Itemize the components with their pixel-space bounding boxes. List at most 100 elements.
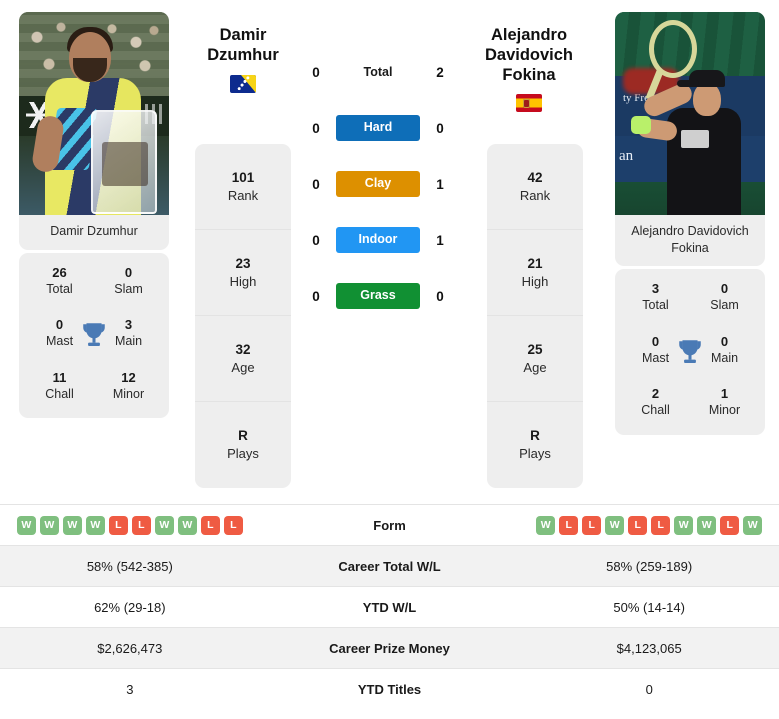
- form-badge-win: W: [674, 515, 694, 535]
- left-value: 3: [126, 681, 134, 697]
- right-form-badges: WLLWLLWWLW: [519, 515, 779, 535]
- right-player-photo-caption: Alejandro Davidovich Fokina: [631, 224, 749, 255]
- right-player-name-header[interactable]: Alejandro Davidovich Fokina: [471, 26, 587, 113]
- h2h-right-value: 1: [436, 232, 444, 248]
- right-title-total: 3 Total: [621, 281, 690, 314]
- right-title-chall: 2 Chall: [621, 386, 690, 419]
- right-stat-rank: 42 Rank: [487, 144, 583, 230]
- right-player-name-line2: Davidovich: [484, 45, 574, 64]
- right-player-photo-card[interactable]: Alejandro Davidovich Fokina: [615, 12, 765, 266]
- h2h-left-value: 0: [312, 120, 320, 136]
- label: Minor: [708, 403, 741, 418]
- form-badge-win: W: [536, 515, 556, 535]
- value: 1: [720, 386, 729, 401]
- left-player-name-header[interactable]: Damir Dzumhur: [195, 26, 291, 93]
- left-player-name-line2: Dzumhur: [207, 45, 279, 64]
- label: Total: [46, 281, 73, 296]
- h2h-left-value: 0: [312, 64, 320, 80]
- left-stat-rank: 101 Rank: [195, 144, 291, 230]
- comparison-table: WWWWLLWWLL Form WLLWLLWWLW 58% (542-385)…: [0, 504, 779, 709]
- right-form-cell: WLLWLLWWLW: [519, 515, 779, 535]
- player-head: [693, 82, 721, 116]
- label: Plays: [227, 446, 259, 461]
- form-badge-win: W: [177, 515, 197, 535]
- label: Rank: [227, 187, 259, 203]
- left-title-minor: 12 Minor: [94, 370, 163, 403]
- surface-badge-hard[interactable]: Hard: [336, 115, 420, 141]
- form-badge-loss: L: [582, 515, 602, 535]
- surface-badge-grass[interactable]: Grass: [336, 283, 420, 309]
- form-badge-win: W: [154, 515, 174, 535]
- left-player-photo-card[interactable]: Damir Dzumhur: [19, 12, 169, 250]
- bosnia-and-herzegovina-flag-icon: [230, 74, 256, 93]
- player-cap: [677, 70, 725, 87]
- h2h-row-grass: 0 Grass 0: [303, 282, 453, 310]
- label: Chall: [45, 386, 74, 401]
- h2h-left-value: 0: [312, 176, 320, 192]
- value: 26: [52, 264, 67, 280]
- right-player-name-line1: Alejandro: [490, 26, 568, 44]
- spain-flag-icon: [516, 94, 542, 113]
- form-badge-loss: L: [559, 515, 579, 535]
- right-value: 58% (259-189): [606, 558, 693, 574]
- right-player-column: Alejandro Davidovich Fokina 3 Total: [611, 0, 769, 435]
- form-badge-loss: L: [628, 515, 648, 535]
- left-player-photo: [19, 12, 169, 215]
- value: 0: [720, 281, 729, 296]
- label: High: [521, 273, 549, 289]
- h2h-right-value: 0: [436, 288, 444, 304]
- table-row-form: WWWWLLWWLL Form WLLWLLWWLW: [0, 504, 779, 545]
- h2h-right-value: 1: [436, 176, 444, 192]
- shirt-logo: [681, 130, 709, 148]
- value: 2: [651, 386, 660, 401]
- label: Minor: [112, 386, 145, 401]
- top-comparison-area: Damir Dzumhur 26 Total 0 Slam 0 Mast 3 M…: [0, 0, 779, 495]
- label: Total: [642, 298, 669, 313]
- right-stat-plays: R Plays: [487, 402, 583, 488]
- form-badge-win: W: [62, 515, 82, 535]
- form-badge-loss: L: [131, 515, 151, 535]
- surface-badge-clay[interactable]: Clay: [336, 171, 420, 197]
- h2h-row-total: 0 Total 2: [303, 58, 453, 86]
- right-player-stat-stack: 42 Rank 21 High 25 Age R Plays: [487, 144, 583, 488]
- h2h-right-value: 0: [436, 120, 444, 136]
- value: 0: [124, 264, 133, 280]
- table-row-ytd-titles: 3 YTD Titles 0: [0, 668, 779, 709]
- label: Plays: [519, 446, 551, 461]
- right-value: 50% (14-14): [613, 599, 685, 615]
- value: 25: [527, 341, 543, 357]
- left-player-name-line1: Damir: [219, 26, 267, 44]
- h2h-row-hard: 0 Hard 0: [303, 114, 453, 142]
- right-stat-age: 25 Age: [487, 316, 583, 402]
- right-title-minor: 1 Minor: [690, 386, 759, 419]
- right-player-photo: [615, 12, 765, 215]
- left-player-stat-stack: 101 Rank 23 High 32 Age R Plays: [195, 144, 291, 488]
- right-player-titles-card: 3 Total 0 Slam 0 Mast 0 Main 2 Chall 1 M…: [615, 269, 765, 435]
- table-row-career-total-wl: 58% (542-385) Career Total W/L 58% (259-…: [0, 545, 779, 586]
- value: 32: [235, 341, 251, 357]
- value: 23: [235, 255, 251, 271]
- form-badge-loss: L: [108, 515, 128, 535]
- table-row-ytd-wl: 62% (29-18) YTD W/L 50% (14-14): [0, 586, 779, 627]
- surface-badge-indoor[interactable]: Indoor: [336, 227, 420, 253]
- form-badge-win: W: [16, 515, 36, 535]
- left-form-badges: WWWWLLWWLL: [0, 515, 260, 535]
- right-title-slam: 0 Slam: [690, 281, 759, 314]
- form-badge-loss: L: [720, 515, 740, 535]
- row-label-career-total-wl: Career Total W/L: [338, 558, 441, 574]
- value: 42: [527, 169, 543, 185]
- h2h-left-value: 0: [312, 232, 320, 248]
- row-label-career-prize-money: Career Prize Money: [329, 640, 450, 656]
- form-badge-win: W: [743, 515, 763, 535]
- left-title-slam: 0 Slam: [94, 265, 163, 298]
- h2h-label-total: Total: [363, 65, 393, 79]
- value: 12: [121, 369, 136, 385]
- left-stat-plays: R Plays: [195, 402, 291, 488]
- trophy-icon: [679, 339, 701, 363]
- left-player-titles-card: 26 Total 0 Slam 0 Mast 3 Main 11 Chall 1…: [19, 252, 169, 418]
- table-row-career-prize-money: $2,626,473 Career Prize Money $4,123,065: [0, 627, 779, 668]
- left-form-cell: WWWWLLWWLL: [0, 515, 260, 535]
- form-badge-loss: L: [651, 515, 671, 535]
- value: 11: [52, 369, 67, 385]
- player-torso: [667, 108, 741, 215]
